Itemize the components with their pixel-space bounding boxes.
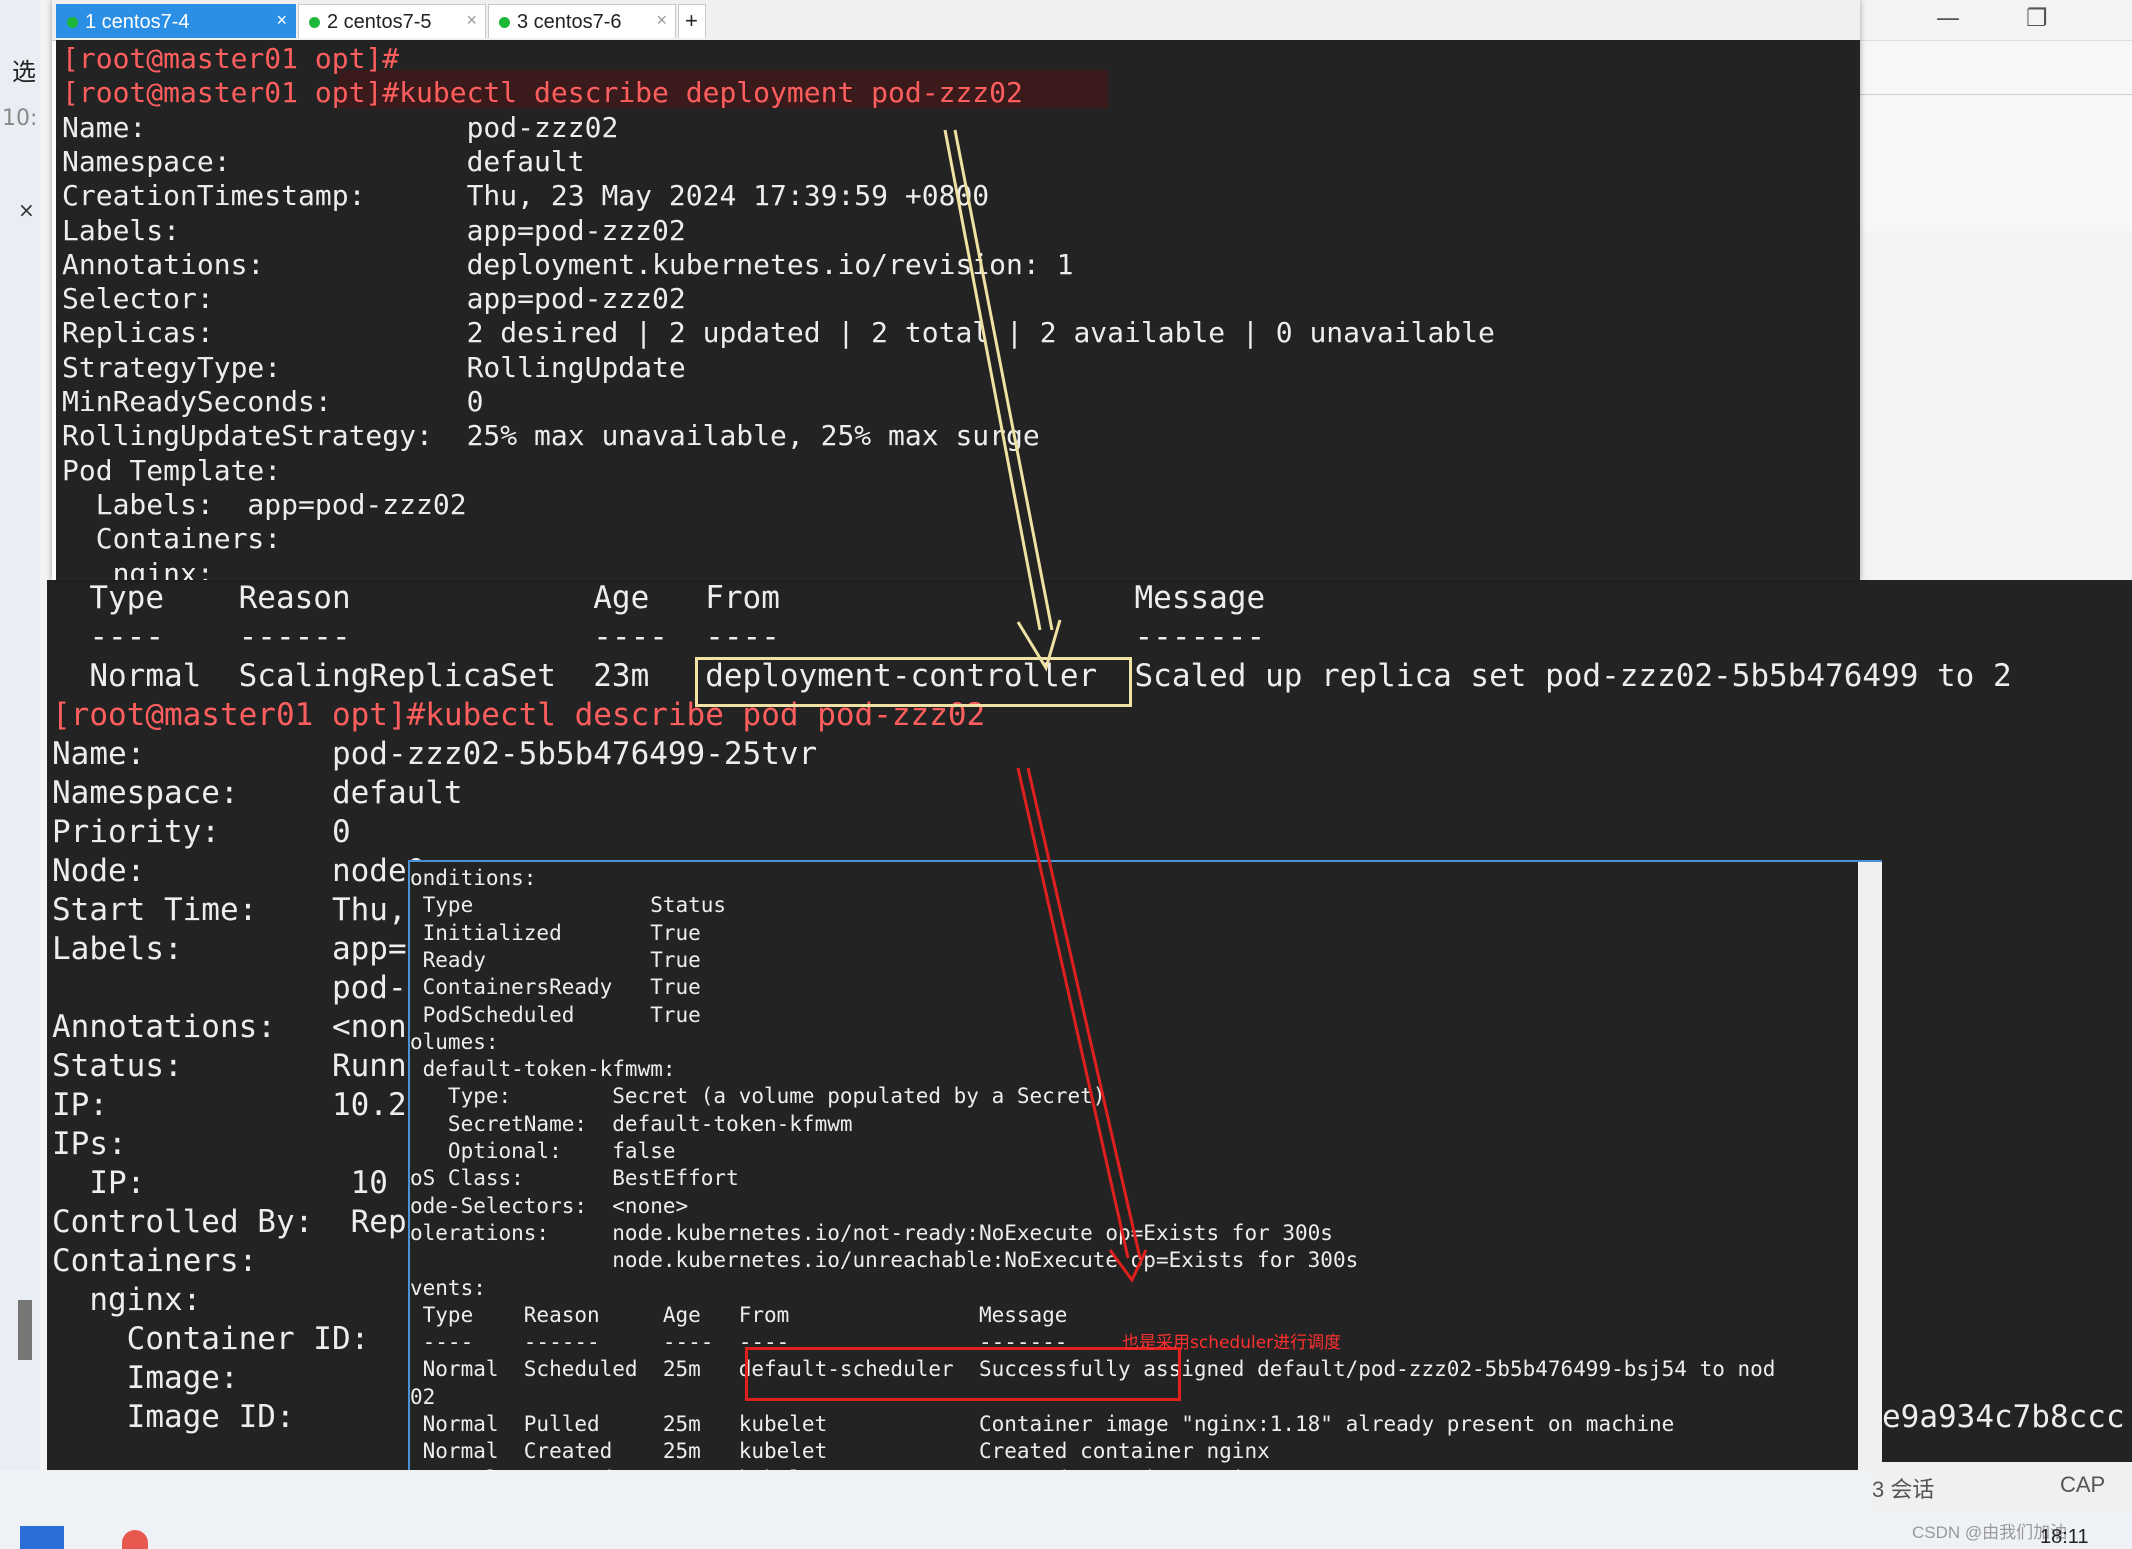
yellow-arrow: [943, 129, 1062, 672]
browser-icon[interactable]: [122, 1530, 148, 1549]
taskbar: [0, 1470, 2132, 1549]
session-count[interactable]: 3 会话: [1872, 1472, 1934, 1504]
caps-indicator: CAP: [2060, 1472, 2106, 1497]
red-arrow: [1016, 767, 1148, 1283]
clock: 18:11: [2040, 1526, 2089, 1548]
annotation-arrows: [943, 129, 1148, 1283]
app-icon[interactable]: [20, 1526, 64, 1549]
